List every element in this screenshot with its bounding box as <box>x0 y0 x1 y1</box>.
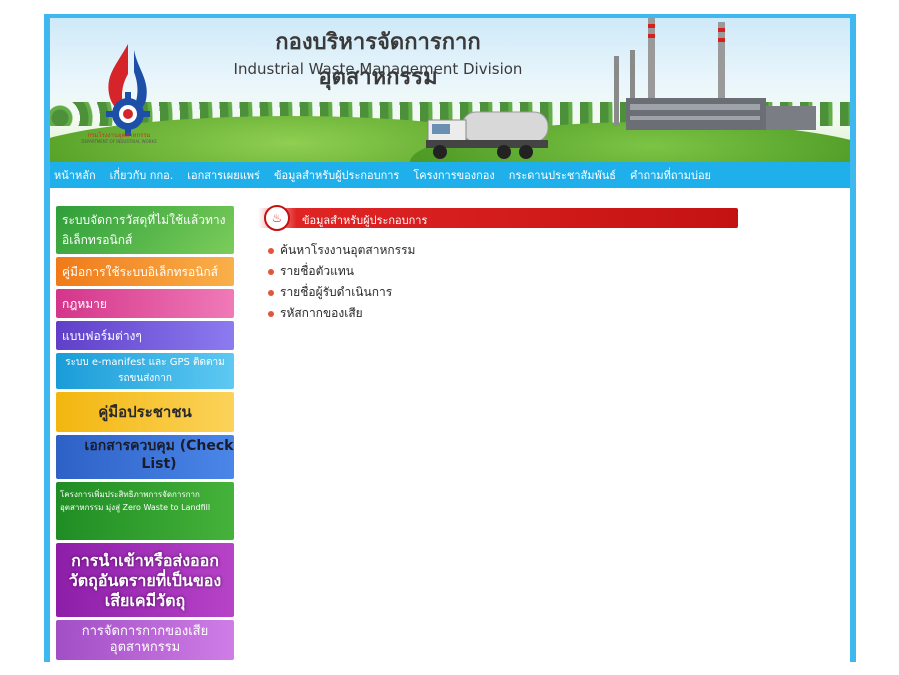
site-title-thai: กองบริหารจัดการกากอุตสาหกรรม <box>275 29 481 90</box>
list-item[interactable]: ค้นหาโรงงานอุตสาหกรรม <box>268 240 738 261</box>
bullet-dot-icon <box>268 268 274 275</box>
nav-item-operator-info[interactable]: ข้อมูลสำหรับผู้ประกอบการ <box>274 166 399 184</box>
sidebar-banner-electronic-waste-system[interactable]: ระบบจัดการวัสดุที่ไม่ใช้แล้วทางอิเล็กทรอ… <box>56 206 234 254</box>
logo-caption-en: DEPARTMENT OF INDUSTRIAL WORKS <box>81 139 157 144</box>
bullet-dot-icon <box>268 310 274 317</box>
main-content: ♨ ข้อมูลสำหรับผู้ประกอบการ ค้นหาโรงงานอุ… <box>258 205 738 324</box>
section-header: ♨ ข้อมูลสำหรับผู้ประกอบการ <box>258 205 738 231</box>
sidebar-banner-forms[interactable]: แบบฟอร์มต่างๆ <box>56 321 234 350</box>
sidebar-banner-law[interactable]: กฎหมาย <box>56 289 234 318</box>
bullet-dot-icon <box>268 289 274 296</box>
nav-item-projects[interactable]: โครงการของกอง <box>413 166 494 184</box>
sidebar-banner-hazardous-import-export[interactable]: การนำเข้าหรือส่งออกวัตถุอันตรายที่เป็นขอ… <box>56 543 234 617</box>
link-factory-search[interactable]: ค้นหาโรงงานอุตสาหกรรม <box>280 243 415 257</box>
link-agent-list[interactable]: รายชื่อตัวแทน <box>280 264 354 278</box>
sidebar-banner-zero-waste[interactable]: โครงการเพิ่มประสิทธิภาพการจัดการกากอุตสา… <box>56 482 234 540</box>
flame-icon: ♨ <box>264 205 290 231</box>
list-item[interactable]: รายชื่อผู้รับดำเนินการ <box>268 282 738 303</box>
sidebar-banner-citizen-manual[interactable]: คู่มือประชาชน <box>56 392 234 432</box>
sidebar-banner-electronic-manual[interactable]: คู่มือการใช้ระบบอิเล็กทรอนิกส์ <box>56 257 234 286</box>
bullet-dot-icon <box>268 247 274 254</box>
sidebar-banner-e-manifest-gps[interactable]: ระบบ e-manifest และ GPS ติดตามรถขนส่งกาก <box>56 353 234 389</box>
list-item[interactable]: รายชื่อตัวแทน <box>268 261 738 282</box>
nav-item-about[interactable]: เกี่ยวกับ กกอ. <box>110 166 174 184</box>
site-title-english: Industrial Waste Management Division <box>233 60 523 78</box>
operator-links-list: ค้นหาโรงงานอุตสาหกรรม รายชื่อตัวแทน รายช… <box>258 240 738 324</box>
link-contractor-list[interactable]: รายชื่อผู้รับดำเนินการ <box>280 285 392 299</box>
nav-item-home[interactable]: หน้าหลัก <box>54 166 96 184</box>
factory-illustration <box>614 18 816 130</box>
nav-item-faq[interactable]: คำถามที่ถามบ่อย <box>630 166 711 184</box>
sidebar-banner-waste-management[interactable]: การจัดการกากของเสียอุตสาหกรรม <box>56 620 234 660</box>
link-waste-code[interactable]: รหัสกากของเสีย <box>280 306 363 320</box>
main-navigation: หน้าหลัก เกี่ยวกับ กกอ. เอกสารเผยแพร่ ข้… <box>50 162 850 188</box>
section-title: ข้อมูลสำหรับผู้ประกอบการ <box>302 214 428 227</box>
list-item[interactable]: รหัสกากของเสีย <box>268 303 738 324</box>
sidebar-banner-check-list[interactable]: เอกสารควบคุม (Check List) <box>56 435 234 479</box>
nav-item-board[interactable]: กระดานประชาสัมพันธ์ <box>509 166 616 184</box>
truck-illustration <box>426 111 549 159</box>
header-banner: กรมโรงงานอุตสาหกรรม DEPARTMENT OF INDUST… <box>50 18 850 162</box>
sidebar: ระบบจัดการวัสดุที่ไม่ใช้แล้วทางอิเล็กทรอ… <box>56 206 234 662</box>
nav-item-publications[interactable]: เอกสารเผยแพร่ <box>187 166 260 184</box>
page-frame: กรมโรงงานอุตสาหกรรม DEPARTMENT OF INDUST… <box>44 14 856 662</box>
